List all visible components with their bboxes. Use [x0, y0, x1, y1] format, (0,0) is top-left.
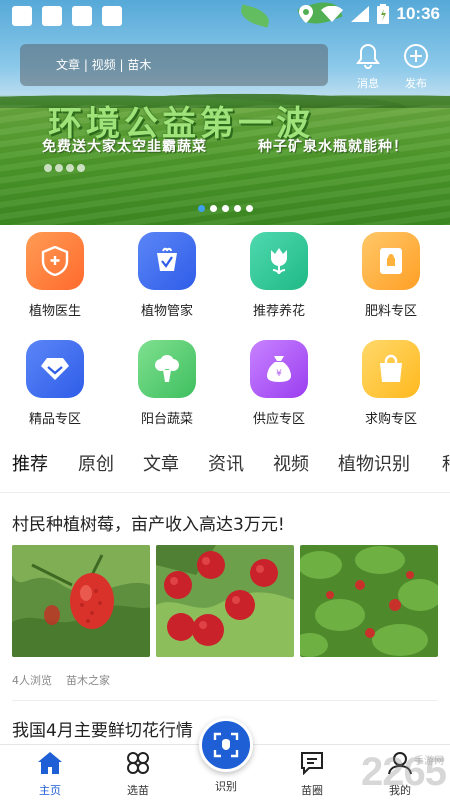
- category-balcony-vegetables[interactable]: 阳台蔬菜: [122, 340, 212, 427]
- clover-icon: [127, 752, 149, 774]
- notification-icon: [102, 6, 122, 26]
- category-label: 阳台蔬菜: [140, 412, 193, 427]
- feed-tabs: 推荐 原创 文章 资讯 视频 植物识别 种: [0, 446, 450, 484]
- scan-icon: [213, 732, 239, 758]
- nav-label: 选苗: [127, 784, 149, 797]
- nav-select-seedlings[interactable]: 选苗: [108, 751, 168, 798]
- nav-seedling-circle[interactable]: 苗圈: [282, 751, 342, 798]
- category-premium[interactable]: 精品专区: [10, 340, 100, 427]
- battery-icon: [376, 4, 389, 24]
- tab-news[interactable]: 资讯: [208, 450, 244, 476]
- divider: [0, 492, 450, 493]
- broccoli-icon: [138, 340, 196, 398]
- divider: [12, 700, 438, 701]
- category-grid: 植物医生 植物管家 推荐养花 肥料专区 精品专区 阳台蔬菜 ¥ 供应专区 求购专…: [0, 232, 450, 432]
- article-image[interactable]: [300, 545, 438, 657]
- tab-more[interactable]: 种: [442, 450, 450, 476]
- notification-icon: [12, 6, 32, 26]
- plant-manager-icon: [138, 232, 196, 290]
- status-bar: 10:36: [0, 0, 450, 34]
- category-wanted[interactable]: 求购专区: [346, 340, 436, 427]
- category-label: 精品专区: [28, 412, 81, 427]
- notification-icon: [72, 6, 92, 26]
- identify-label: 识别: [215, 780, 237, 793]
- article-title[interactable]: 我国4月主要鲜切花行情: [12, 716, 193, 741]
- tab-original[interactable]: 原创: [78, 450, 114, 476]
- shield-plus-icon: [26, 232, 84, 290]
- category-supply[interactable]: ¥ 供应专区: [234, 340, 324, 427]
- shopping-bag-icon: [362, 340, 420, 398]
- nav-home[interactable]: 主页: [20, 751, 80, 798]
- messages-label: 消息: [357, 77, 379, 90]
- category-label: 肥料专区: [364, 304, 417, 319]
- publish-button[interactable]: 发布: [396, 43, 436, 91]
- carousel-dot[interactable]: [234, 205, 241, 212]
- search-input[interactable]: 文章 | 视频 | 苗木: [20, 44, 328, 86]
- carousel-dot[interactable]: [246, 205, 253, 212]
- tab-recommended[interactable]: 推荐: [12, 450, 48, 476]
- carousel-dot[interactable]: [222, 205, 229, 212]
- top-banner[interactable]: 10:36 文章 | 视频 | 苗木 消息 发布 环境公益第一波 免费送大家太空…: [0, 0, 450, 225]
- category-fertilizer[interactable]: 肥料专区: [346, 232, 436, 319]
- category-plant-doctor[interactable]: 植物医生: [10, 232, 100, 319]
- plus-circle-icon: [404, 44, 428, 68]
- chat-icon: [301, 752, 323, 776]
- bell-icon: [356, 43, 380, 69]
- category-recommended-flowers[interactable]: 推荐养花: [234, 232, 324, 319]
- identify-button[interactable]: [199, 718, 253, 772]
- article-meta: 4人浏览 苗木之家: [12, 672, 110, 688]
- tab-videos[interactable]: 视频: [273, 450, 309, 476]
- carousel-indicator[interactable]: [198, 205, 253, 212]
- svg-text:¥: ¥: [276, 369, 282, 379]
- watermark-text: 手游网: [414, 756, 444, 767]
- tab-plant-identify[interactable]: 植物识别: [338, 450, 410, 476]
- tulip-icon: [250, 232, 308, 290]
- banner-decoration: [44, 164, 85, 172]
- category-label: 供应专区: [252, 412, 305, 427]
- article-image[interactable]: [12, 545, 150, 657]
- publish-label: 发布: [405, 77, 427, 90]
- banner-slogan: 免费送大家太空韭霸蔬菜: [42, 139, 207, 155]
- category-label: 推荐养花: [252, 304, 305, 319]
- nav-label: 苗圈: [301, 784, 323, 797]
- category-label: 求购专区: [364, 412, 417, 427]
- notification-icon: [42, 6, 62, 26]
- view-count: 4人浏览: [12, 674, 52, 687]
- article-image[interactable]: [156, 545, 294, 657]
- wifi-icon: [320, 6, 343, 22]
- signal-icon: [350, 6, 369, 22]
- carousel-dot[interactable]: [198, 205, 205, 212]
- tab-articles[interactable]: 文章: [143, 450, 179, 476]
- money-bag-icon: ¥: [250, 340, 308, 398]
- article-title[interactable]: 村民种植树莓，亩产收入高达3万元!: [12, 510, 285, 535]
- search-placeholder: 文章 | 视频 | 苗木: [56, 58, 152, 72]
- home-icon: [38, 752, 62, 774]
- carousel-dot[interactable]: [210, 205, 217, 212]
- clock: 10:36: [396, 4, 440, 23]
- nav-label: 主页: [39, 784, 61, 797]
- category-label: 植物管家: [140, 304, 193, 319]
- category-label: 植物医生: [28, 304, 81, 319]
- article-source: 苗木之家: [66, 674, 110, 687]
- diamond-icon: [26, 340, 84, 398]
- messages-button[interactable]: 消息: [348, 43, 388, 91]
- category-plant-manager[interactable]: 植物管家: [122, 232, 212, 319]
- banner-slogan: 种子矿泉水瓶就能种！: [258, 139, 408, 155]
- location-icon: [298, 5, 313, 23]
- fertilizer-bag-icon: [362, 232, 420, 290]
